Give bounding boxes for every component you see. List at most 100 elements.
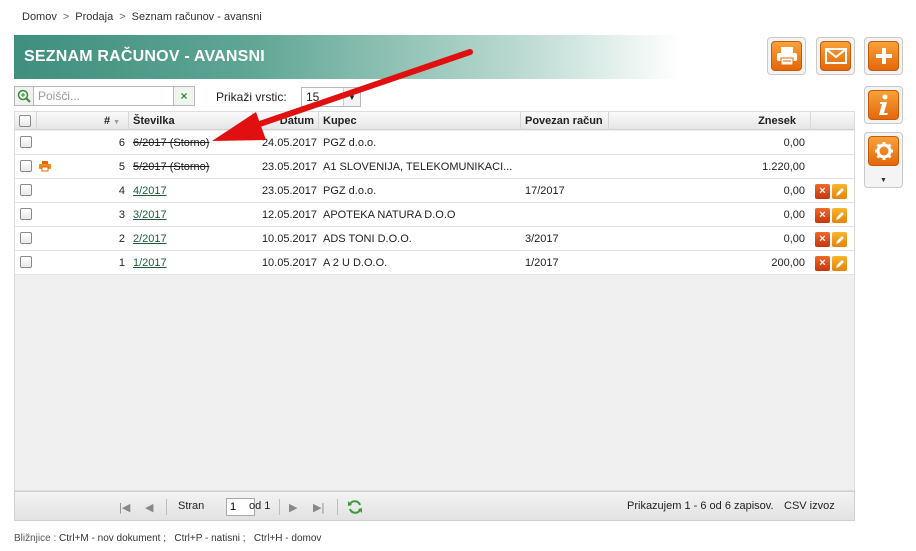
select-all-checkbox[interactable]	[19, 115, 31, 127]
edit-icon[interactable]	[832, 256, 847, 271]
delete-icon[interactable]: ×	[815, 184, 830, 199]
table-row[interactable]: 1 1/2017 10.05.2017 A 2 U D.O.O. 1/2017 200,0…	[15, 251, 854, 275]
row-num: 2	[118, 233, 125, 245]
header-num[interactable]: # ▼	[37, 112, 129, 130]
page-count: od 1	[249, 500, 271, 512]
table-row[interactable]: 6 6/2017 (Storno) 24.05.2017 PGZ d.o.o. 0,00	[15, 131, 854, 155]
pager: |◀ ◀ Stran od 1 ▶ ▶| Prikazujem 1 - 6 od…	[14, 491, 855, 521]
row-linked-invoice: 3/2017	[525, 233, 559, 245]
breadcrumb: Domov > Prodaja > Seznam računov - avans…	[22, 11, 262, 23]
chevron-down-icon[interactable]: ▼	[343, 88, 360, 106]
row-amount: 0,00	[783, 209, 805, 221]
record-summary: Prikazujem 1 - 6 od 6 zapisov.	[627, 500, 774, 512]
rows-per-page-label: Prikaži vrstic:	[216, 90, 287, 104]
sort-desc-icon: ▼	[113, 119, 120, 126]
previous-page-icon[interactable]: ◀	[145, 501, 153, 514]
row-date: 10.05.2017	[261, 233, 317, 245]
page-label: Stran	[178, 500, 205, 512]
table-row[interactable]: 2 2/2017 10.05.2017 ADS TONI D.O.O. 3/2017 0,…	[15, 227, 854, 251]
invoice-number-link[interactable]: 5/2017 (Storno)	[133, 155, 251, 179]
first-page-icon[interactable]: |◀	[119, 501, 130, 514]
pager-divider	[279, 499, 280, 515]
add-button[interactable]	[864, 37, 903, 75]
header-actions	[811, 112, 854, 130]
row-checkbox[interactable]	[20, 256, 32, 268]
page-title: SEZNAM RAČUNOV - AVANSNI	[24, 48, 265, 65]
header-datum[interactable]: Datum	[253, 112, 319, 130]
row-num: 6	[118, 137, 125, 149]
header-kupec[interactable]: Kupec	[319, 112, 521, 130]
settings-button[interactable]: ▼	[864, 132, 903, 188]
pager-divider	[337, 499, 338, 515]
printer-icon	[776, 47, 797, 66]
last-page-icon[interactable]: ▶|	[313, 501, 324, 514]
row-num: 1	[118, 257, 125, 269]
row-amount: 200,00	[771, 257, 805, 269]
keyboard-shortcuts: Bližnjice : Ctrl+M - nov dokument ; Ctrl…	[14, 533, 321, 544]
select-all-column	[15, 112, 37, 130]
row-date: 10.05.2017	[261, 257, 317, 269]
print-button[interactable]	[767, 37, 806, 75]
invoice-number-link[interactable]: 1/2017	[133, 251, 251, 275]
delete-icon[interactable]: ×	[815, 232, 830, 247]
search-bar: ×	[14, 86, 195, 106]
invoice-number-link[interactable]: 2/2017	[133, 227, 251, 251]
header-stevilka[interactable]: Številka	[129, 112, 253, 130]
rows-per-page-value: 15	[306, 90, 320, 104]
table-row[interactable]: 3 3/2017 12.05.2017 APOTEKA NATURA D.O.O 0,0…	[15, 203, 854, 227]
settings-dropdown-icon[interactable]: ▼	[880, 177, 887, 184]
header-povezan[interactable]: Povezan račun	[521, 112, 609, 130]
search-icon[interactable]	[14, 86, 34, 106]
info-button[interactable]	[864, 86, 903, 124]
table-row[interactable]: 5 5/2017 (Storno) 23.05.2017 A1 SLOVENIJA, …	[15, 155, 854, 179]
invoice-number-link[interactable]: 6/2017 (Storno)	[133, 131, 251, 155]
breadcrumb-separator: >	[62, 11, 70, 23]
clear-search-button[interactable]: ×	[174, 86, 195, 106]
row-checkbox[interactable]	[20, 232, 32, 244]
invoice-number-link[interactable]: 4/2017	[133, 179, 251, 203]
delete-icon[interactable]: ×	[815, 208, 830, 223]
row-customer: A1 SLOVENIJA, TELEKOMUNIKACI...	[323, 161, 513, 173]
table-row[interactable]: 4 4/2017 23.05.2017 PGZ d.o.o. 17/2017 0,00 ×	[15, 179, 854, 203]
row-checkbox[interactable]	[20, 160, 32, 172]
edit-icon[interactable]	[832, 184, 847, 199]
plus-icon	[875, 48, 892, 64]
row-linked-invoice: 17/2017	[525, 185, 565, 197]
breadcrumb-home[interactable]: Domov	[22, 11, 57, 23]
row-date: 23.05.2017	[261, 185, 317, 197]
edit-icon[interactable]	[832, 232, 847, 247]
row-amount: 0,00	[783, 233, 805, 245]
row-date: 12.05.2017	[261, 209, 317, 221]
edit-icon[interactable]	[832, 208, 847, 223]
search-input[interactable]	[34, 86, 174, 106]
row-linked-invoice	[525, 131, 609, 155]
invoice-grid: # ▼ Številka Datum Kupec Povezan račun Zn…	[14, 111, 855, 491]
row-customer: APOTEKA NATURA D.O.O	[323, 209, 456, 221]
info-icon	[878, 94, 888, 115]
email-button[interactable]	[816, 37, 855, 75]
row-customer: PGZ d.o.o.	[323, 185, 377, 197]
grid-header: # ▼ Številka Datum Kupec Povezan račun Zn…	[15, 112, 854, 130]
page-title-bar: SEZNAM RAČUNOV - AVANSNI	[14, 35, 680, 79]
row-customer: ADS TONI D.O.O.	[323, 233, 412, 245]
rows-per-page-select[interactable]: 15 ▼	[301, 87, 361, 107]
next-page-icon[interactable]: ▶	[289, 501, 297, 514]
row-amount: 0,00	[783, 137, 805, 149]
breadcrumb-sales[interactable]: Prodaja	[75, 11, 113, 23]
breadcrumb-current: Seznam računov - avansni	[131, 11, 262, 23]
row-customer: A 2 U D.O.O.	[323, 257, 388, 269]
pager-divider	[166, 499, 167, 515]
row-date: 23.05.2017	[261, 161, 317, 173]
row-checkbox[interactable]	[20, 208, 32, 220]
invoice-number-link[interactable]: 3/2017	[133, 203, 251, 227]
refresh-icon[interactable]	[347, 499, 363, 515]
csv-export-link[interactable]: CSV izvoz	[784, 500, 835, 512]
row-checkbox[interactable]	[20, 136, 32, 148]
row-checkbox[interactable]	[20, 184, 32, 196]
row-amount: 1.220,00	[762, 161, 805, 173]
row-date: 24.05.2017	[261, 137, 317, 149]
header-znesek[interactable]: Znesek	[609, 112, 811, 130]
gear-icon	[874, 142, 893, 160]
row-num: 4	[118, 185, 125, 197]
delete-icon[interactable]: ×	[815, 256, 830, 271]
